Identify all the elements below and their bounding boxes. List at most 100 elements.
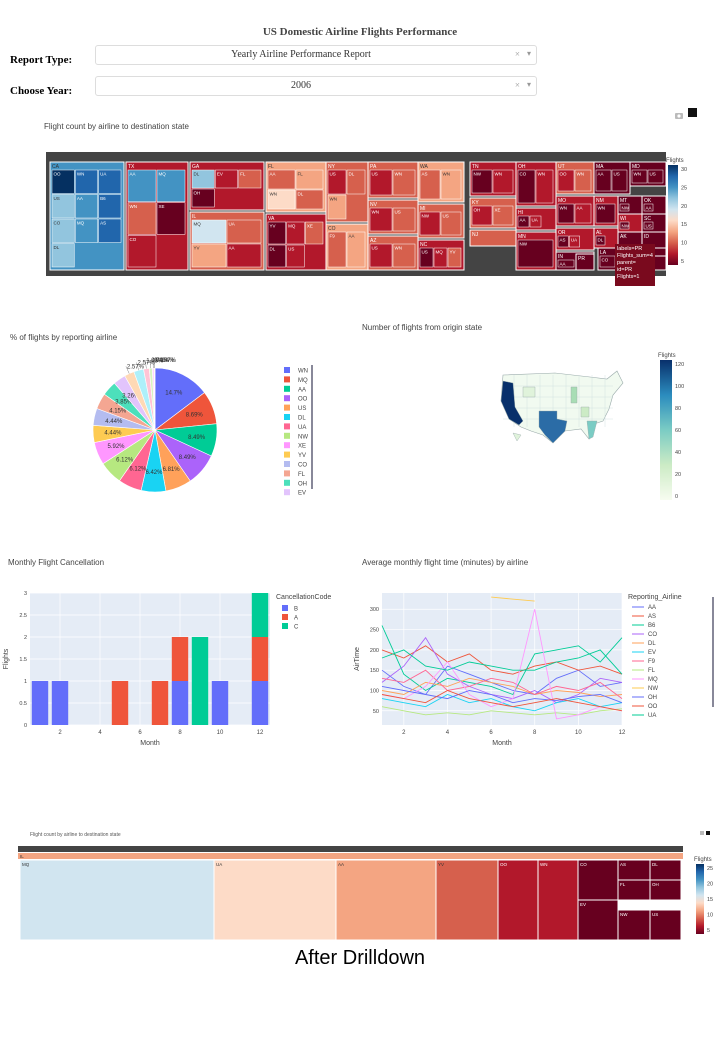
- treemap-tile-co[interactable]: CO: [51, 218, 75, 243]
- treemap-tile-mq[interactable]: MQ: [156, 169, 186, 202]
- treemap-state-nj[interactable]: NJ: [469, 229, 517, 247]
- bar-b-month-1[interactable]: [31, 681, 49, 725]
- treemap-state-nc[interactable]: NC US MQ YV: [417, 239, 465, 271]
- state-nv[interactable]: [522, 386, 536, 398]
- treemap-tile-oo[interactable]: OO: [51, 169, 75, 194]
- treemap-tile-aa[interactable]: AA: [557, 259, 575, 268]
- treemap-tile-mq[interactable]: MQ: [75, 218, 98, 243]
- legend-item-xe[interactable]: XE: [284, 442, 306, 450]
- clear-icon[interactable]: ×: [515, 80, 520, 90]
- clear-icon[interactable]: ×: [515, 49, 520, 59]
- treemap-tile-us[interactable]: US: [440, 211, 462, 236]
- treemap-tile-wn[interactable]: WN: [127, 202, 157, 235]
- treemap-tile-yv[interactable]: YV: [191, 243, 227, 268]
- treemap-state-md[interactable]: MD WN US: [629, 161, 666, 187]
- treemap-state-az[interactable]: AZ US WN: [367, 235, 419, 271]
- treemap-tile-mq[interactable]: MQ: [433, 247, 448, 268]
- legend-item-dl[interactable]: DL: [632, 641, 656, 647]
- drilldown-treemap[interactable]: IL MQ UA AA YV OO WN CO EV AS DL FL OH NW US: [18, 846, 683, 942]
- treemap-tile-mq[interactable]: MQ: [191, 219, 227, 244]
- treemap-tile-ua[interactable]: UA: [569, 235, 580, 248]
- treemap-tile-xe[interactable]: XE: [156, 202, 186, 235]
- plotly-logo-icon[interactable]: [706, 831, 710, 835]
- treemap-tile-co[interactable]: CO: [127, 235, 157, 268]
- treemap-state-il[interactable]: IL MQ UA YV AA: [189, 211, 265, 271]
- legend-item-co[interactable]: CO: [632, 632, 657, 638]
- treemap-tile-us[interactable]: US: [369, 243, 393, 268]
- treemap-tile-us[interactable]: US: [286, 244, 305, 268]
- treemap-state-ky[interactable]: KY OH XE: [469, 197, 517, 229]
- bar-c-month-12[interactable]: [251, 593, 269, 637]
- treemap-tile-us[interactable]: US: [611, 169, 628, 192]
- treemap-tile-b6[interactable]: B6: [98, 194, 122, 219]
- bar-a-month-7[interactable]: [151, 681, 169, 725]
- legend-item-ua[interactable]: UA: [284, 423, 306, 431]
- plotly-logo-icon[interactable]: [688, 108, 697, 117]
- treemap-chart[interactable]: CA OO WN UA US AA B6 CO MQ AS DL TX AA MQ WN XE CO GA DL EV…: [46, 152, 666, 292]
- treemap-state-nv[interactable]: NV WN US: [367, 199, 419, 235]
- us-choropleth-map[interactable]: [495, 365, 635, 455]
- treemap-tile-dl[interactable]: DL: [191, 169, 215, 189]
- bar-b-month-12[interactable]: [251, 681, 269, 725]
- treemap-tile-aa[interactable]: AA: [643, 203, 654, 212]
- treemap-tile-nw[interactable]: NW: [419, 211, 441, 236]
- treemap-tile-wn[interactable]: WN: [631, 169, 648, 184]
- treemap-tile-ua[interactable]: UA: [529, 215, 542, 228]
- legend-item-dl[interactable]: DL: [284, 414, 306, 422]
- treemap-state-hi[interactable]: HI AA UA: [515, 207, 557, 231]
- treemap-tile-us[interactable]: US: [647, 169, 664, 184]
- treemap-state-mi[interactable]: MI NW US: [417, 203, 465, 239]
- treemap-state-fl[interactable]: FL AA FL WN DL: [265, 161, 327, 213]
- legend-item-fl[interactable]: FL: [632, 668, 656, 674]
- drilldown-tile-fl[interactable]: FL: [617, 879, 651, 901]
- treemap-tile-nw[interactable]: NW: [619, 221, 630, 230]
- drilldown-tile-nw[interactable]: NW: [617, 909, 651, 941]
- treemap-tile-aa[interactable]: AA: [517, 215, 530, 228]
- legend-item-ev[interactable]: EV: [284, 489, 306, 497]
- legend-item-oh[interactable]: OH: [632, 695, 657, 701]
- treemap-tile-dl[interactable]: DL: [295, 189, 324, 210]
- treemap-tile-wn[interactable]: WN: [75, 169, 98, 194]
- camera-icon[interactable]: [700, 831, 704, 835]
- treemap-state-tn[interactable]: TN NW WN: [469, 161, 517, 197]
- legend-item-f9[interactable]: F9: [632, 659, 656, 665]
- legend-item-mq[interactable]: MQ: [284, 376, 308, 384]
- pie-legend[interactable]: WN MQ AA OO US DL UA NW XE YV CO FL OH EV: [280, 365, 320, 505]
- treemap-tile-fl[interactable]: FL: [295, 169, 324, 190]
- legend-item-co[interactable]: CO: [284, 461, 307, 469]
- treemap-tile-us[interactable]: US: [419, 247, 434, 268]
- legend-item-oh[interactable]: OH: [284, 479, 307, 488]
- bar-b-month-2[interactable]: [51, 681, 69, 725]
- legend-item-oo[interactable]: OO: [284, 395, 308, 403]
- treemap-tile-aa[interactable]: AA: [127, 169, 157, 202]
- treemap-state-mo[interactable]: MO WN AA: [555, 195, 595, 227]
- bar-a-month-12[interactable]: [251, 637, 269, 681]
- bar-a-month-5[interactable]: [111, 681, 129, 725]
- treemap-tile-wn[interactable]: WN: [392, 169, 416, 196]
- drilldown-tile-mq[interactable]: MQ: [19, 859, 215, 941]
- treemap-state-co[interactable]: CO F9 AA: [325, 223, 369, 271]
- chevron-down-icon[interactable]: ▾: [527, 80, 531, 89]
- legend-item-yv[interactable]: YV: [284, 451, 306, 460]
- drilldown-tile-oh[interactable]: OH: [649, 879, 682, 901]
- state-hi[interactable]: [512, 432, 522, 442]
- treemap-tile-nw[interactable]: NW: [517, 239, 554, 268]
- treemap-state-tx[interactable]: TX AA MQ WN XE CO: [125, 161, 189, 271]
- treemap-tile-wn[interactable]: WN: [492, 169, 514, 194]
- treemap-tile-aa[interactable]: AA: [595, 169, 612, 192]
- drilldown-tile-ua[interactable]: UA: [213, 859, 337, 941]
- legend-item-c[interactable]: C: [282, 623, 299, 631]
- legend-scrollbar[interactable]: [712, 597, 714, 707]
- report-type-dropdown[interactable]: Yearly Airline Performance Report × ▾: [95, 45, 537, 65]
- treemap-state-va[interactable]: VA YV MQ XE DL US: [265, 213, 327, 271]
- year-dropdown[interactable]: 2006 × ▾: [95, 76, 537, 96]
- treemap-tile-co[interactable]: CO: [517, 169, 536, 204]
- treemap-tile-dl[interactable]: DL: [267, 244, 286, 268]
- cancellation-bar-chart[interactable]: 0 0.5 1 1.5 2 2.5 3 2 4 6 8 10 12 Month Flights Cancell…: [0, 585, 350, 750]
- bar-b-month-8[interactable]: [171, 681, 189, 725]
- treemap-tile-aa[interactable]: AA: [75, 194, 98, 219]
- treemap-state-sc[interactable]: SC US: [641, 213, 666, 233]
- treemap-tile-aa[interactable]: AA: [346, 231, 366, 268]
- treemap-state-ut[interactable]: UT OO WN: [555, 161, 595, 195]
- drilldown-tile-aa[interactable]: AA: [335, 859, 437, 941]
